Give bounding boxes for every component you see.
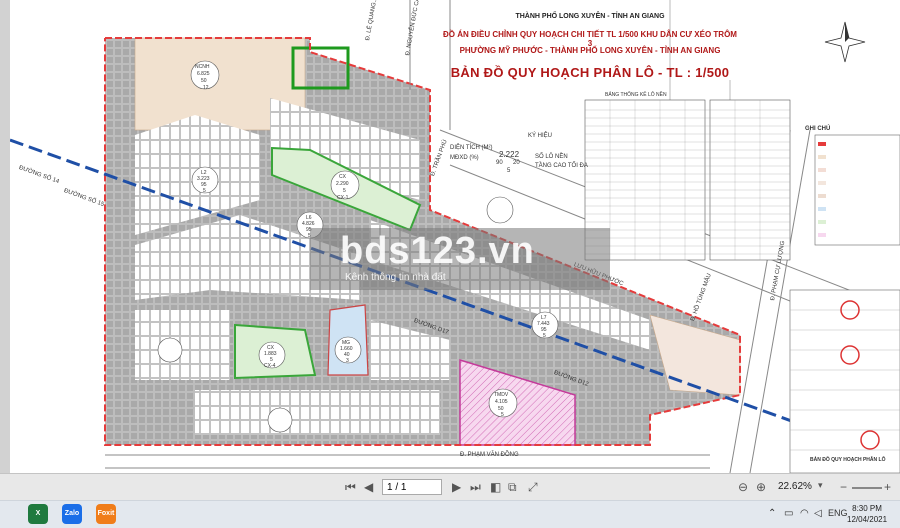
- wifi-icon[interactable]: ◠: [800, 508, 809, 519]
- two-page-view-icon[interactable]: ◧: [490, 480, 501, 494]
- city-line: THÀNH PHỐ LONG XUYÊN - TỈNH AN GIANG: [515, 13, 665, 20]
- lot-table-right: [709, 99, 791, 261]
- block-tmdv-floors: 5: [501, 412, 504, 418]
- zoom-level[interactable]: 22.62%: [778, 481, 812, 492]
- legend-sample-floors: 5: [507, 168, 511, 174]
- block-lots-south: [195, 390, 440, 435]
- page-number-input[interactable]: 1 / 1: [382, 479, 442, 495]
- prev-page-icon[interactable]: ◀: [364, 480, 373, 494]
- block-cx-id: CX-1: [337, 195, 349, 201]
- legend-box: [814, 134, 900, 246]
- pdf-viewer-area: THÀNH PHỐ LONG XUYÊN - TỈNH AN GIANG ĐỒ …: [0, 0, 900, 473]
- volume-icon[interactable]: ◁: [814, 508, 822, 519]
- block-tmdv-code: TMDV: [494, 392, 509, 398]
- legend-sample-lots: 20: [513, 160, 520, 166]
- block-cx-area: 2.290: [336, 181, 349, 187]
- zoom-slider[interactable]: [852, 487, 882, 489]
- zalo-app-icon[interactable]: Zalo: [62, 504, 82, 524]
- taskbar-clock[interactable]: 8:30 PM 12/04/2021: [847, 503, 887, 525]
- plan-title-line-2: PHƯỜNG MỸ PHƯỚC - THÀNH PHỐ LONG XUYÊN -…: [459, 46, 721, 55]
- clock-date: 12/04/2021: [847, 515, 888, 524]
- road-pham-van-dong: Đ. PHẠM VĂN ĐỒNG: [460, 452, 519, 458]
- block-ncnh-area: 6.825: [197, 71, 210, 77]
- zoom-slider-minus-icon[interactable]: −: [840, 480, 847, 494]
- compass-icon: [824, 21, 866, 63]
- windows-taskbar: X Zalo Foxit ⌃ ▭ ◠ ◁ ENG 8:30 PM 12/04/2…: [0, 500, 900, 528]
- block-l7-floors: 5: [543, 333, 546, 339]
- legend-sample-mdxd: 90: [496, 160, 503, 166]
- block-cx2-id: CX-4: [264, 363, 276, 369]
- legend-area: DIỆN TÍCH (M²): [450, 145, 493, 151]
- block-cx-mdxd: 5: [343, 188, 346, 194]
- next-page-icon[interactable]: ▶: [452, 480, 461, 494]
- block-l2-floors: 5: [203, 188, 206, 194]
- legend-sample-area: 2.222: [499, 150, 520, 159]
- foxit-app-icon[interactable]: Foxit: [96, 504, 116, 524]
- watermark: bds123.vn Kênh thông tin nhà đất: [310, 228, 610, 290]
- zoom-in-icon[interactable]: ⊕: [756, 480, 766, 494]
- block-tmdv-area: 4.105: [495, 399, 508, 405]
- excel-app-icon[interactable]: X: [28, 504, 48, 524]
- legend-mdxd: MĐXD (%): [450, 155, 479, 161]
- legend-key: KÝ HIỆU: [528, 133, 553, 139]
- last-page-icon[interactable]: ⏭: [470, 480, 481, 495]
- pdf-toolbar: ⏮ ◀ 1 / 1 ▶ ⏭ ◧ ⧉ ⤢ ⊖ ⊕ 22.62% ▾ − +: [0, 473, 900, 501]
- fit-page-icon[interactable]: ⧉: [508, 480, 517, 495]
- language-indicator[interactable]: ENG: [828, 508, 848, 518]
- block-ncnh-code: NCNH: [195, 64, 210, 70]
- first-page-icon[interactable]: ⏮: [345, 480, 356, 495]
- block-ncnh-floors: 12: [203, 85, 209, 91]
- zoom-out-icon[interactable]: ⊖: [738, 480, 748, 494]
- watermark-tagline: Kênh thông tin nhà đất: [345, 272, 446, 283]
- legend-floors: TẦNG CAO TỐI ĐA: [535, 163, 588, 169]
- zoom-slider-plus-icon[interactable]: +: [884, 480, 891, 494]
- tray-chevron-icon[interactable]: ⌃: [768, 508, 776, 519]
- battery-icon[interactable]: ▭: [784, 508, 793, 519]
- legend-heading: GHI CHÚ: [805, 126, 831, 132]
- footer-label: BẢN ĐỒ QUY HOẠCH PHÂN LÔ: [810, 457, 886, 463]
- legend-lots: SỐ LÔ NỀN: [535, 154, 568, 160]
- map-sheet: THÀNH PHỐ LONG XUYÊN - TỈNH AN GIANG ĐỒ …: [10, 0, 900, 473]
- block-mg-floors: 3: [346, 358, 349, 364]
- plan-main-title: BẢN ĐỒ QUY HOẠCH PHÂN LÔ - TL : 1/500: [450, 65, 730, 80]
- block-lots-sw: [135, 310, 230, 380]
- watermark-brand: bds123.vn: [340, 230, 535, 272]
- zoom-dropdown-icon[interactable]: ▾: [818, 480, 823, 491]
- lot-table-heading: BẢNG THỐNG KÊ LÔ NỀN: [605, 92, 667, 98]
- fit-width-icon[interactable]: ⤢: [528, 480, 538, 495]
- clock-time: 8:30 PM: [852, 504, 882, 513]
- block-cx-code: CX: [339, 174, 346, 180]
- block-ncnh-mdxd: 50: [201, 78, 207, 84]
